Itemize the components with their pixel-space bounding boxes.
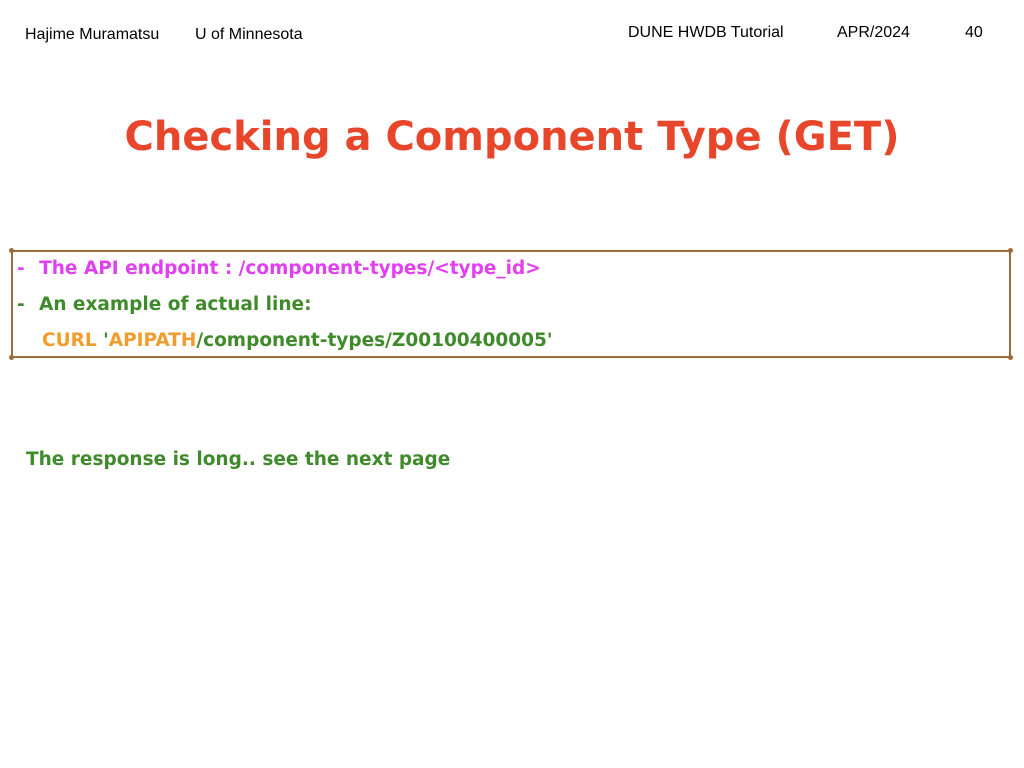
header-talk-title: DUNE HWDB Tutorial (628, 24, 784, 41)
header-date: APR/2024 (837, 24, 910, 41)
api-info-box: - The API endpoint : /component-types/<t… (9, 248, 1013, 360)
endpoint-line: - The API endpoint : /component-types/<t… (17, 258, 541, 279)
example-line: - An example of actual line: (17, 294, 311, 315)
apipath-keyword: APIPATH (108, 330, 197, 351)
curl-command-line: CURL 'APIPATH/component-types/Z001004000… (42, 330, 553, 351)
example-text: An example of actual line: (39, 294, 312, 315)
box-corner-dot (9, 355, 14, 360)
curl-keyword: CURL (42, 330, 97, 351)
endpoint-bullet: - (17, 258, 25, 279)
box-corner-dot (1008, 248, 1013, 253)
response-note: The response is long.. see the next page (26, 449, 451, 470)
box-corner-dot (9, 248, 14, 253)
slide-title: Checking a Component Type (GET) (124, 114, 900, 160)
curl-path: /component-types/Z00100400005' (196, 330, 553, 351)
header-page-number: 40 (965, 24, 983, 41)
box-corner-dot (1008, 355, 1013, 360)
endpoint-text: The API endpoint : /component-types/<typ… (39, 258, 541, 279)
example-bullet: - (17, 294, 25, 315)
header-institution: U of Minnesota (195, 26, 303, 43)
header-author: Hajime Muramatsu (25, 26, 160, 43)
